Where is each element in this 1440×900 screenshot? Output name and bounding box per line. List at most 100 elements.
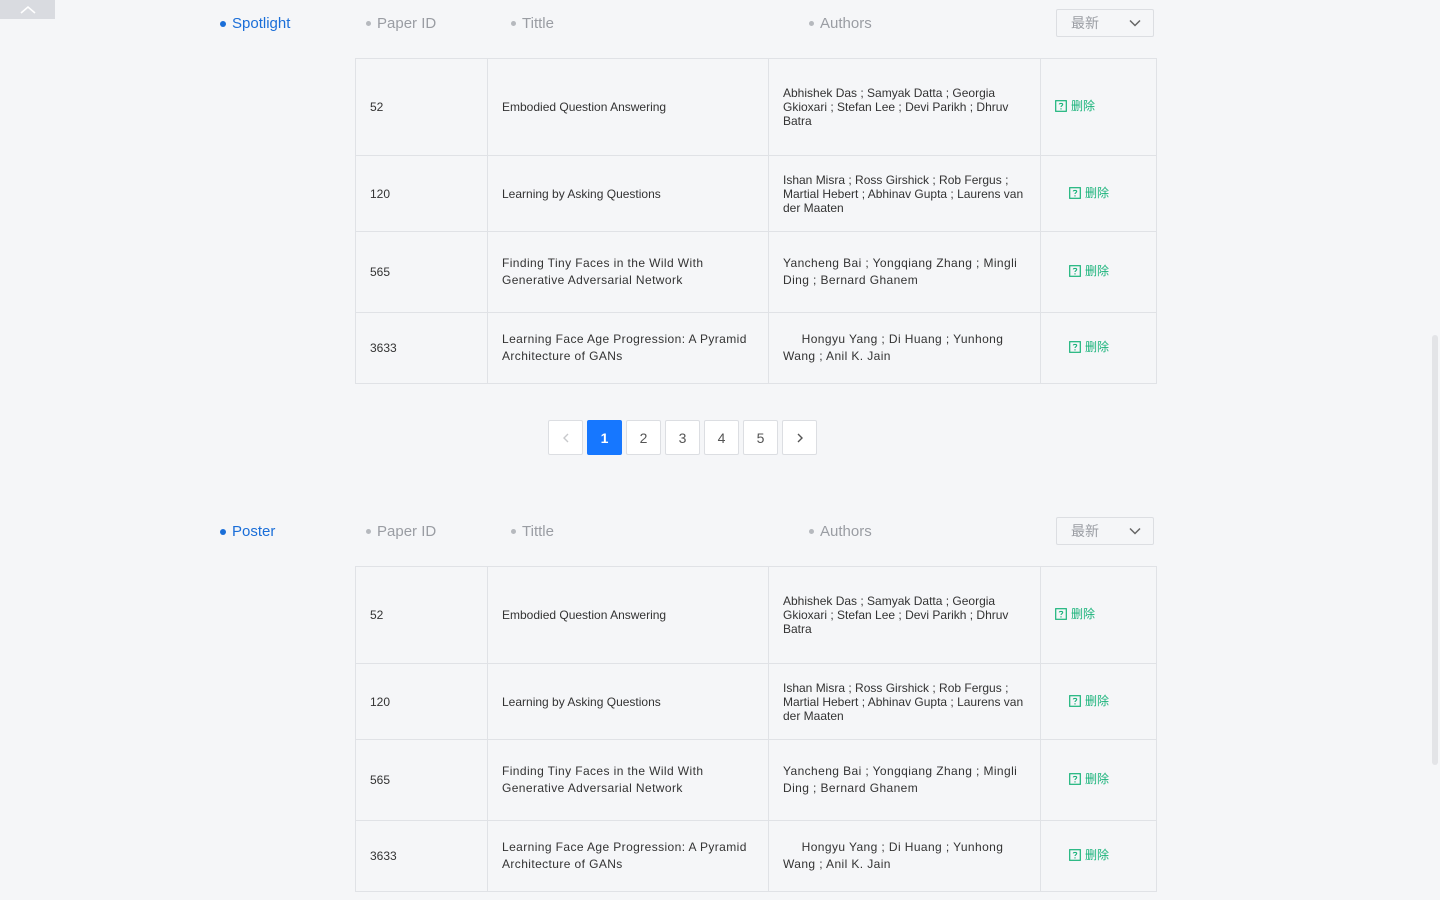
authors-cell: Abhishek Das ; Samyak Datta ; Georgia Gk… xyxy=(768,566,1041,664)
pagination: 1 2 3 4 5 xyxy=(548,420,817,455)
help-square-icon xyxy=(1055,100,1067,112)
authors-cell: Ishan Misra ; Ross Girshick ; Rob Fergus… xyxy=(768,155,1041,232)
help-square-icon xyxy=(1055,608,1067,620)
title-cell: Embodied Question Answering xyxy=(487,566,769,664)
delete-label: 删除 xyxy=(1071,99,1096,113)
pagination-next-button[interactable] xyxy=(782,420,817,455)
paper-id-cell: 120 xyxy=(355,663,488,740)
authors-cell: Hongyu Yang ; Di Huang ; Yunhong Wang ; … xyxy=(768,820,1041,892)
delete-label: 删除 xyxy=(1085,185,1110,200)
sort-select[interactable]: 最新 xyxy=(1056,517,1154,545)
paper-id-cell: 565 xyxy=(355,231,488,313)
sort-select-value: 最新 xyxy=(1071,15,1099,31)
column-label: Authors xyxy=(820,15,872,32)
delete-button[interactable]: 删除 xyxy=(1069,694,1109,708)
bullet-dot xyxy=(511,529,516,534)
delete-label: 删除 xyxy=(1085,848,1110,862)
delete-label: 删除 xyxy=(1085,264,1110,278)
papers-table: 52 Embodied Question Answering Abhishek … xyxy=(355,566,1157,892)
table-row: 565 Finding Tiny Faces in the Wild With … xyxy=(355,739,1157,821)
column-header-paper-id: Paper ID xyxy=(366,523,436,540)
bullet-dot xyxy=(220,20,226,27)
table-row: 52 Embodied Question Answering Abhishek … xyxy=(355,58,1157,156)
column-header-title: Tittle xyxy=(511,523,554,540)
table-row: 120 Learning by Asking Questions Ishan M… xyxy=(355,155,1157,232)
paper-id-cell: 565 xyxy=(355,739,488,821)
action-cell: 删除 xyxy=(1040,231,1157,313)
section-title-label: Spotlight xyxy=(232,15,291,32)
delete-button[interactable]: 删除 xyxy=(1069,772,1109,786)
paper-id-cell: 3633 xyxy=(355,820,488,892)
bullet-dot xyxy=(220,528,226,535)
delete-label: 删除 xyxy=(1085,693,1110,708)
paper-id-cell: 52 xyxy=(355,566,488,664)
pagination-page-1[interactable]: 1 xyxy=(587,420,622,455)
column-label: Tittle xyxy=(522,15,554,32)
column-header-authors: Authors xyxy=(809,15,872,32)
bullet-dot xyxy=(809,529,814,534)
table-row: 52 Embodied Question Answering Abhishek … xyxy=(355,566,1157,664)
title-cell: Learning Face Age Progression: A Pyramid… xyxy=(487,312,769,384)
sort-select-value: 最新 xyxy=(1071,523,1099,539)
authors-cell: Abhishek Das ; Samyak Datta ; Georgia Gk… xyxy=(768,58,1041,156)
delete-button[interactable]: 删除 xyxy=(1055,607,1095,621)
pagination-prev-button[interactable] xyxy=(548,420,583,455)
help-square-icon xyxy=(1069,773,1081,785)
action-cell: 删除 xyxy=(1040,663,1157,740)
help-square-icon xyxy=(1069,694,1081,707)
delete-button[interactable]: 删除 xyxy=(1069,340,1109,354)
table-row: 3633 Learning Face Age Progression: A Py… xyxy=(355,820,1157,892)
title-cell: Learning by Asking Questions xyxy=(487,155,769,232)
pagination-page-4[interactable]: 4 xyxy=(704,420,739,455)
column-label: Paper ID xyxy=(377,15,437,32)
page: Spotlight Paper ID Tittle Authors 最新 52 … xyxy=(0,0,1440,900)
action-cell: 删除 xyxy=(1040,312,1157,384)
chevron-right-icon xyxy=(797,433,803,442)
section-title-label: Poster xyxy=(232,523,276,540)
section-title: Poster xyxy=(220,523,275,540)
paper-id-cell: 3633 xyxy=(355,312,488,384)
column-header-paper-id: Paper ID xyxy=(366,15,436,32)
chevron-down-icon xyxy=(1129,19,1141,27)
action-cell: 删除 xyxy=(1040,739,1157,821)
section-header: Spotlight Paper ID Tittle Authors 最新 xyxy=(0,8,1440,40)
bullet-dot xyxy=(366,529,371,534)
help-square-icon xyxy=(1069,265,1081,277)
scrollbar[interactable] xyxy=(1430,0,1440,900)
column-header-authors: Authors xyxy=(809,523,872,540)
delete-button[interactable]: 删除 xyxy=(1069,848,1109,862)
bullet-dot xyxy=(366,21,371,26)
column-header-title: Tittle xyxy=(511,15,554,32)
authors-cell: Ishan Misra ; Ross Girshick ; Rob Fergus… xyxy=(768,663,1041,740)
table-row: 3633 Learning Face Age Progression: A Py… xyxy=(355,312,1157,384)
delete-button[interactable]: 删除 xyxy=(1069,264,1109,278)
title-cell: Learning Face Age Progression: A Pyramid… xyxy=(487,820,769,892)
paper-id-cell: 52 xyxy=(355,58,488,156)
authors-cell: Yancheng Bai ; Yongqiang Zhang ; Mingli … xyxy=(768,231,1041,313)
scrollbar-thumb[interactable] xyxy=(1432,335,1438,765)
section-header: Poster Paper ID Tittle Authors 最新 xyxy=(0,516,1440,548)
delete-button[interactable]: 删除 xyxy=(1069,186,1109,200)
table-row: 120 Learning by Asking Questions Ishan M… xyxy=(355,663,1157,740)
authors-cell: Hongyu Yang ; Di Huang ; Yunhong Wang ; … xyxy=(768,312,1041,384)
title-cell: Finding Tiny Faces in the Wild With Gene… xyxy=(487,739,769,821)
column-label: Authors xyxy=(820,523,872,540)
column-label: Tittle xyxy=(522,523,554,540)
pagination-page-5[interactable]: 5 xyxy=(743,420,778,455)
title-cell: Finding Tiny Faces in the Wild With Gene… xyxy=(487,231,769,313)
delete-label: 删除 xyxy=(1071,607,1096,621)
pagination-page-3[interactable]: 3 xyxy=(665,420,700,455)
section-title: Spotlight xyxy=(220,15,290,32)
sort-select[interactable]: 最新 xyxy=(1056,9,1154,37)
help-square-icon xyxy=(1069,186,1081,199)
action-cell: 删除 xyxy=(1040,155,1157,232)
authors-cell: Yancheng Bai ; Yongqiang Zhang ; Mingli … xyxy=(768,739,1041,821)
title-cell: Embodied Question Answering xyxy=(487,58,769,156)
column-label: Paper ID xyxy=(377,523,437,540)
pagination-page-2[interactable]: 2 xyxy=(626,420,661,455)
chevron-left-icon xyxy=(562,433,568,442)
delete-button[interactable]: 删除 xyxy=(1055,99,1095,113)
help-square-icon xyxy=(1069,849,1081,861)
bullet-dot xyxy=(511,21,516,26)
help-square-icon xyxy=(1069,341,1081,353)
